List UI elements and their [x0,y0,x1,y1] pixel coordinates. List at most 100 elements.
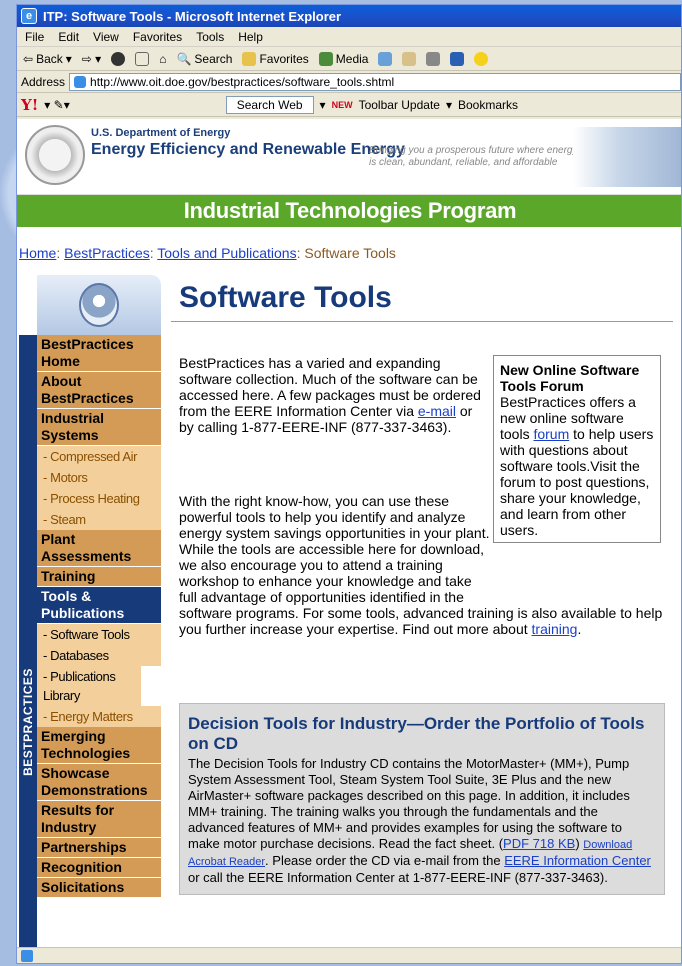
bookmarks-button[interactable]: Bookmarks [458,98,518,112]
office-name[interactable]: Energy Efficiency and Renewable Energy [91,141,405,159]
print-button[interactable] [426,51,441,66]
breadcrumb-bestpractices[interactable]: BestPractices [64,245,150,261]
home-button[interactable]: ⌂ [159,52,166,66]
stop-icon [111,51,126,66]
sidebar-sub-compressed-air[interactable]: - Compressed Air [37,446,161,467]
media-icon [318,51,333,66]
forum-link[interactable]: forum [533,426,569,442]
sidebar-sub-databases[interactable]: - Databases [37,645,161,666]
sidebar-item-about[interactable]: About BestPractices [37,372,161,409]
decision-text: The Decision Tools for Industry CD conta… [188,756,656,886]
search-button[interactable]: 🔍 Search [176,52,232,66]
media-button[interactable]: Media [318,51,369,66]
title-bar[interactable]: e ITP: Software Tools - Microsoft Intern… [17,5,681,27]
back-arrow-icon: ⇦ [23,51,34,66]
page-title: Software Tools [171,275,673,322]
sidebar-sub-motors[interactable]: - Motors [37,467,161,488]
tagline: Bringing you a prosperous future where e… [369,145,578,168]
messenger-button[interactable] [474,51,489,66]
breadcrumb-tools-publications[interactable]: Tools and Publications [157,245,296,261]
address-bar: Address http://www.oit.doe.gov/bestpract… [17,71,681,93]
forward-button[interactable]: ⇨ ▾ [82,52,101,66]
doe-seal-icon[interactable] [25,125,85,185]
sidebar-item-recognition[interactable]: Recognition [37,858,161,878]
standard-toolbar: ⇦ Back ▾ ⇨ ▾ ⌂ 🔍 Search Favorites Media [17,47,681,71]
second-paragraph: With the right know-how, you can use the… [179,493,673,637]
breadcrumb: Home: BestPractices: Tools and Publicati… [17,227,681,275]
refresh-icon [135,51,150,66]
sidebar-item-home[interactable]: BestPractices Home [37,335,161,372]
decision-tools-box: Decision Tools for Industry—Order the Po… [179,703,665,895]
menu-edit[interactable]: Edit [58,30,79,44]
breadcrumb-sep: : [56,245,65,261]
window-title: ITP: Software Tools - Microsoft Internet… [43,8,342,24]
stop-button[interactable] [111,51,126,66]
menu-file[interactable]: File [25,30,44,44]
history-button[interactable] [378,51,393,66]
address-url: http://www.oit.doe.gov/bestpractices/sof… [90,74,395,89]
back-label: Back [36,51,63,66]
breadcrumb-home[interactable]: Home [19,245,56,261]
sidebar-sub-publications-library[interactable]: - Publications Library [37,666,141,706]
sidebar-sub-steam[interactable]: - Steam [37,509,161,530]
sidebar-item-emerging-technologies[interactable]: Emerging Technologies [37,727,161,764]
pencil-icon[interactable]: ▾ ✎▾ [44,98,69,112]
ie-icon: e [21,8,37,24]
menu-tools[interactable]: Tools [196,30,224,44]
decision-text-c: . Please order the CD via e-mail from th… [265,853,505,868]
back-button[interactable]: ⇦ Back ▾ [23,52,72,66]
favorites-button[interactable]: Favorites [242,51,309,66]
header-photo [573,127,681,187]
refresh-button[interactable] [135,51,150,66]
word-icon [450,51,465,66]
program-banner[interactable]: Industrial Technologies Program [17,195,681,227]
smiley-icon [474,51,489,66]
sidebar-sub-software-tools[interactable]: - Software Tools [37,624,161,645]
menu-view[interactable]: View [93,30,119,44]
sidebar-vertical-label: BESTPRACTICES [19,335,37,949]
mail-button[interactable] [402,51,417,66]
menu-bar: File Edit View Favorites Tools Help [17,27,681,47]
email-link[interactable]: e-mail [418,403,456,419]
media-label: Media [335,51,369,66]
status-bar [17,947,681,963]
para2-text-b: . [577,621,582,637]
edit-button[interactable] [450,51,465,66]
sidebar-item-partnerships[interactable]: Partnerships [37,838,161,858]
intro-paragraph: BestPractices has a varied and expanding… [179,355,487,435]
eere-header: U.S. Department of Energy Energy Efficie… [17,119,681,195]
sidebar-item-results[interactable]: Results for Industry [37,801,161,838]
vertical-label-text: BESTPRACTICES [21,668,35,776]
yahoo-logo-icon[interactable]: Y! [21,96,38,114]
menu-help[interactable]: Help [238,30,263,44]
decision-title: Decision Tools for Industry—Order the Po… [188,714,645,753]
toolbar-update-button[interactable]: Toolbar Update [359,98,440,112]
new-badge: NEW [331,99,353,110]
chevron-down-icon[interactable]: ▾ [446,98,452,112]
pdf-link[interactable]: PDF 718 KB [503,836,575,851]
training-link[interactable]: training [532,621,578,637]
forum-title: New Online Software Tools Forum [500,362,640,394]
forward-arrow-icon: ⇨ ▾ [81,51,102,66]
sidebar-sub-process-heating[interactable]: - Process Heating [37,488,161,509]
menu-favorites[interactable]: Favorites [133,30,182,44]
search-options-icon[interactable]: ▾ [320,98,326,112]
address-label: Address [21,74,66,89]
sidebar-sub-energy-matters[interactable]: - Energy Matters [37,706,161,727]
sidebar-item-industrial-systems[interactable]: Industrial Systems [37,409,161,446]
page-status-icon [21,950,33,962]
dropdown-icon: ▾ [65,51,72,66]
eere-info-center-link[interactable]: EERE Information Center [504,853,651,868]
breadcrumb-current: Software Tools [304,245,396,261]
address-input[interactable]: http://www.oit.doe.gov/bestpractices/sof… [69,72,681,91]
sidebar-item-tools-publications[interactable]: Tools & Publications [37,587,161,624]
sidebar-nav: BestPractices Home About BestPractices I… [37,335,161,898]
sidebar-item-plant-assessments[interactable]: Plant Assessments [37,530,161,567]
bestpractices-logo [37,275,161,335]
decision-text-d: or call the EERE Information Center at 1… [188,870,608,885]
sidebar-item-training[interactable]: Training [37,567,161,587]
sidebar-item-solicitations[interactable]: Solicitations [37,878,161,898]
favorites-icon [242,51,257,66]
search-web-button[interactable]: Search Web [225,95,314,114]
sidebar-item-showcase[interactable]: Showcase Demonstrations [37,764,161,801]
